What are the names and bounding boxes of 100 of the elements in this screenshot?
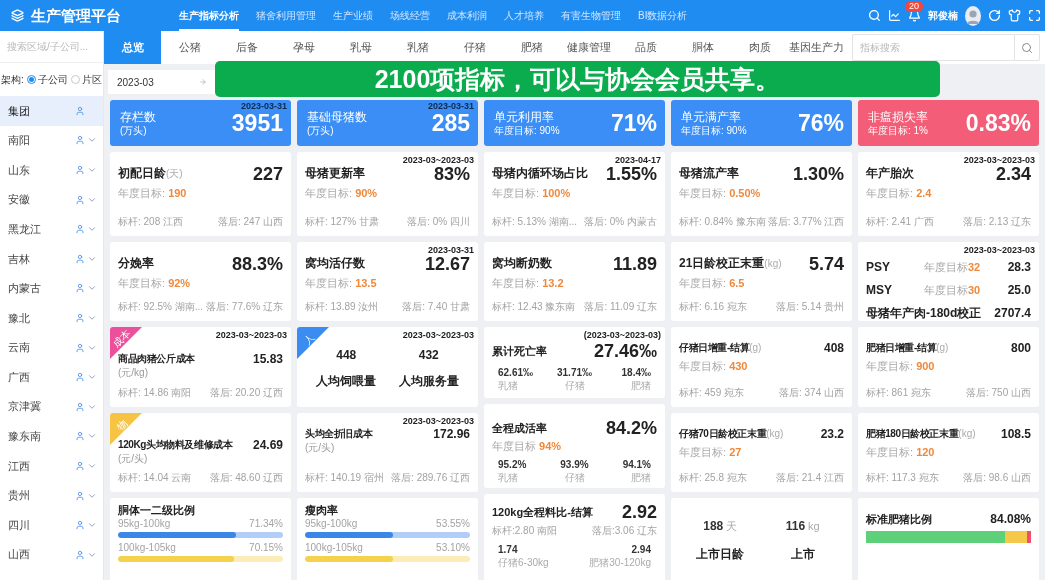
lagging-text: 落后: 0% 四川 — [407, 216, 470, 228]
notification-badge: 20 — [905, 1, 923, 12]
person-icon[interactable] — [75, 401, 85, 412]
category-tab[interactable]: 仔猪 — [446, 31, 503, 64]
category-tab[interactable]: 健康管理 — [560, 31, 617, 64]
category-tab[interactable]: 肥猪 — [503, 31, 560, 64]
metric-value: 1.30% — [792, 165, 844, 183]
region-item[interactable]: 山东 — [0, 155, 103, 185]
person-icon[interactable] — [75, 372, 85, 383]
stat-value: 432 — [418, 348, 439, 362]
lagging-text: 落后: 289.76 辽西 — [391, 472, 470, 484]
region-item[interactable]: 黑龙江 — [0, 214, 103, 244]
search-button[interactable] — [1014, 34, 1040, 61]
region-item[interactable]: 集团 — [0, 96, 103, 126]
region-item[interactable]: 贵州 — [0, 480, 103, 511]
bell-icon[interactable] — [908, 9, 921, 22]
category-tab[interactable]: 品质 — [617, 31, 674, 64]
category-tab[interactable]: 孕母 — [275, 31, 332, 64]
stat-label: 肥猪 — [631, 471, 651, 484]
structure-radio[interactable]: 片区 — [70, 72, 102, 87]
target-label: 年度目标 — [924, 283, 968, 296]
region-item[interactable]: 吉林 — [0, 243, 103, 274]
target-value: 90% — [355, 187, 378, 199]
date-range-field[interactable]: 2023-03 — [108, 70, 215, 94]
range-label: 95kg-100kg — [118, 518, 171, 530]
metric-value: 27.46‰ — [593, 341, 657, 361]
metric-value: 5.74 — [808, 255, 844, 273]
region-item[interactable]: 内蒙古 — [0, 273, 103, 304]
chevron-down-icon[interactable] — [87, 165, 97, 175]
card-subtitle: 年度目标: 1% — [868, 124, 928, 137]
target-label: 年度目标: — [679, 446, 728, 458]
lagging-text: 落后: 21.4 江西 — [776, 472, 844, 484]
metric-value: 24.69 — [252, 437, 283, 453]
benchmark-text: 标杆: 117.3 宛东 — [866, 472, 939, 484]
person-icon[interactable] — [75, 431, 85, 442]
benchmark-text: 标杆: 12.43 豫东南 — [492, 301, 576, 313]
lagging-text: 落后: 77.6% 辽东 — [206, 301, 283, 313]
region-item[interactable]: 豫北 — [0, 303, 103, 333]
target-label: 年度目标: — [118, 277, 167, 289]
person-icon[interactable] — [75, 105, 85, 116]
stat-value: 18.4‰ — [621, 366, 651, 379]
person-icon[interactable] — [75, 549, 85, 560]
search-icon[interactable] — [868, 9, 881, 22]
category-tab[interactable]: 乳猪 — [389, 31, 446, 64]
card-value: 3951 — [231, 111, 283, 136]
person-icon[interactable] — [75, 283, 85, 294]
region-item[interactable]: 安徽 — [0, 184, 103, 215]
lagging-text: 落后: 374 山西 — [778, 387, 844, 399]
person-icon[interactable] — [75, 135, 85, 146]
region-item[interactable]: 四川 — [0, 510, 103, 540]
fullscreen-icon[interactable] — [1028, 9, 1041, 22]
structure-radio[interactable]: 子公司 — [26, 72, 68, 87]
metric-title: 120kg全程料比-结算 — [492, 504, 593, 520]
metric-value: 15.83 — [252, 351, 283, 367]
category-tab[interactable]: 胴体 — [674, 31, 731, 64]
person-icon[interactable] — [75, 253, 85, 264]
person-icon[interactable] — [75, 312, 85, 323]
lagging-text: 落后:3.06 辽东 — [591, 525, 657, 537]
person-icon[interactable] — [75, 224, 85, 235]
person-icon[interactable] — [75, 460, 85, 471]
category-tab[interactable]: 乳母 — [332, 31, 389, 64]
region-item[interactable]: 广西 — [0, 362, 103, 392]
region-item[interactable]: 南阳 — [0, 125, 103, 156]
card-subtitle: 年度目标: 90% — [494, 124, 560, 137]
target-label: 年度目标: — [679, 277, 728, 289]
lagging-text: 落后: 20.20 辽西 — [209, 387, 283, 399]
person-icon[interactable] — [75, 165, 85, 175]
benchmark-text: 标杆: 13.89 汝州 — [305, 301, 379, 313]
target-value: 430 — [729, 360, 748, 372]
category-tab[interactable]: 肉质 — [731, 31, 788, 64]
region-item[interactable]: 云南 — [0, 332, 103, 363]
stat-label: 仔猪 — [564, 379, 585, 392]
target-label: 年度目标: — [679, 187, 728, 199]
indicator-search-field[interactable]: 指标搜索 — [852, 34, 1014, 61]
unit-label: (g) — [936, 341, 949, 355]
refresh-icon[interactable] — [988, 9, 1001, 22]
date-label: (2023-03~2023-03) — [583, 330, 661, 340]
unit-label: (kg) — [958, 427, 976, 441]
category-tab[interactable]: 基因生产力 — [788, 31, 845, 64]
unit-label: (kg) — [764, 258, 782, 271]
card-title: 存栏数 — [120, 109, 156, 125]
category-tab[interactable]: 后备 — [218, 31, 275, 64]
metric-title: 窝均断奶数 — [492, 255, 552, 271]
metric-title: 母猪更新率 — [305, 165, 365, 181]
line-chart-icon[interactable] — [888, 9, 901, 22]
person-icon[interactable] — [75, 342, 85, 353]
avatar-icon[interactable] — [965, 5, 981, 26]
person-icon[interactable] — [75, 490, 85, 501]
category-tab[interactable]: 公猪 — [161, 31, 218, 64]
region-item[interactable]: 山西 — [0, 539, 103, 570]
shirt-icon[interactable] — [1008, 9, 1021, 22]
lagging-text: 落后: 5.14 贵州 — [776, 301, 844, 313]
region-item[interactable]: 京津冀 — [0, 391, 103, 422]
person-icon[interactable] — [75, 520, 85, 531]
card-subtitle: (万头) — [120, 124, 148, 137]
region-item[interactable]: 江西 — [0, 451, 103, 481]
stat-label: 肥猪 — [631, 379, 651, 392]
region-item[interactable]: 豫东南 — [0, 421, 103, 452]
stat-label: 乳猪 — [498, 379, 518, 392]
person-icon[interactable] — [75, 194, 85, 205]
